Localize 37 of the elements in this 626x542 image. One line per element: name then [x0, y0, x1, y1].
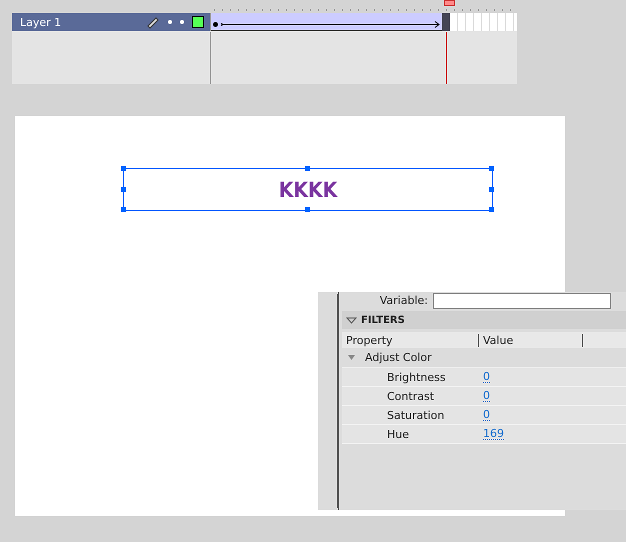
- text-box[interactable]: KKKK: [123, 168, 493, 211]
- dot-icon[interactable]: [180, 20, 184, 24]
- resize-handle[interactable]: [489, 166, 494, 171]
- value-link[interactable]: 0: [483, 409, 490, 421]
- value-link[interactable]: 169: [483, 428, 504, 440]
- resize-handle[interactable]: [305, 207, 310, 212]
- resize-handle[interactable]: [489, 207, 494, 212]
- text-content: KKKK: [278, 178, 338, 202]
- tween-span[interactable]: [211, 13, 442, 31]
- resize-handle[interactable]: [121, 186, 126, 192]
- filter-name: Adjust Color: [365, 351, 432, 364]
- pencil-icon[interactable]: [146, 15, 160, 29]
- frame-cells[interactable]: [450, 13, 517, 31]
- playhead-line: [446, 32, 447, 84]
- section-title: FILTERS: [361, 314, 405, 326]
- property-name: Brightness: [386, 370, 447, 384]
- layer-row[interactable]: Layer 1: [12, 13, 210, 31]
- resize-handle[interactable]: [121, 207, 126, 212]
- disclosure-triangle-icon[interactable]: [346, 316, 357, 324]
- property-name: Hue: [386, 428, 410, 440]
- layer-name: Layer 1: [20, 16, 62, 28]
- section-header[interactable]: FILTERS: [342, 311, 626, 329]
- value-link[interactable]: 0: [483, 371, 490, 383]
- disclosure-triangle-icon[interactable]: [348, 354, 355, 361]
- dot-icon[interactable]: [168, 20, 172, 24]
- column-header: Value: [479, 334, 583, 346]
- resize-handle[interactable]: [305, 166, 310, 171]
- resize-handle[interactable]: [121, 166, 126, 171]
- layer-color-swatch[interactable]: [192, 16, 204, 28]
- resize-handle[interactable]: [489, 186, 494, 192]
- value-link[interactable]: 0: [483, 390, 490, 402]
- field-label: Variable:: [378, 294, 428, 307]
- playhead[interactable]: [444, 0, 455, 6]
- column-header: Property: [342, 334, 479, 346]
- variable-field[interactable]: [433, 292, 611, 308]
- property-name: Saturation: [386, 408, 446, 422]
- property-name: Contrast: [386, 390, 436, 402]
